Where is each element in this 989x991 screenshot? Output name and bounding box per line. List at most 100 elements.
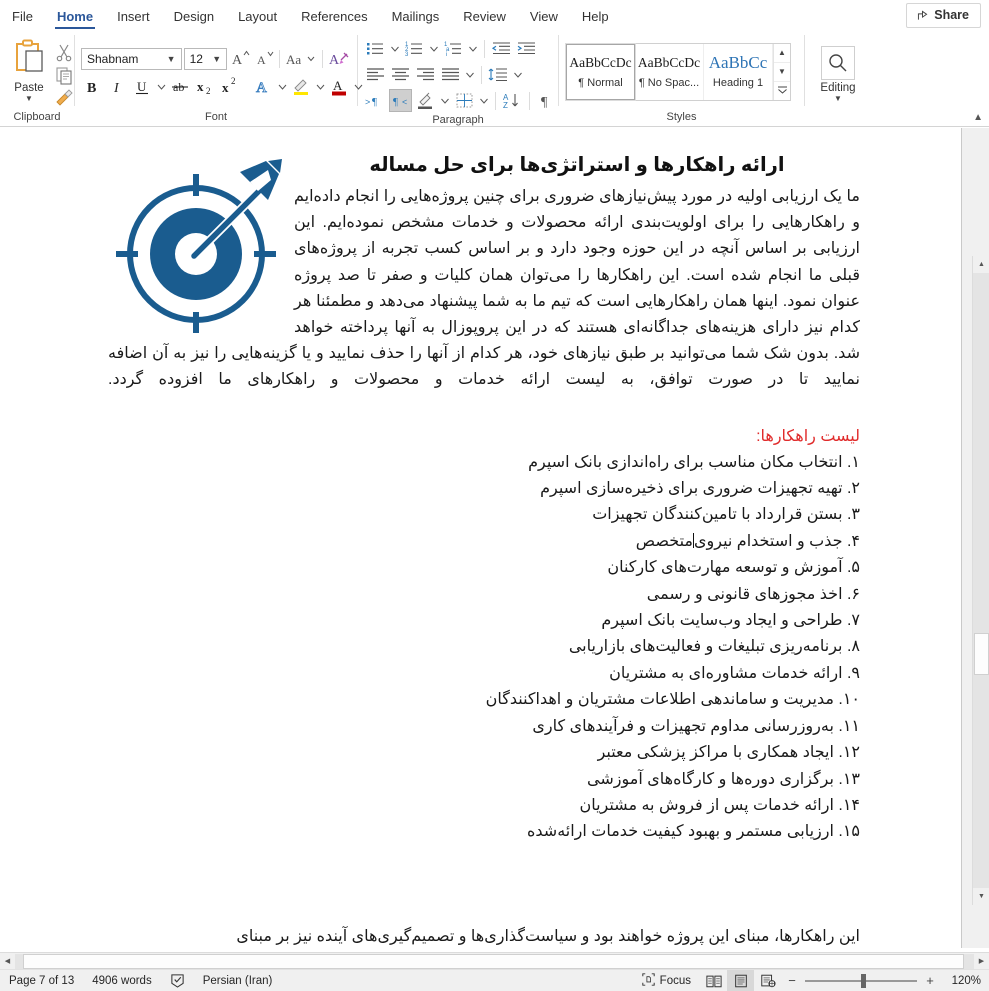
vertical-scrollbar[interactable]: ▲ ▼ [972, 256, 989, 905]
multilevel-list-button[interactable]: 1ai [442, 37, 465, 60]
target-with-arrow-icon[interactable] [116, 158, 294, 334]
chevron-down-icon[interactable]: ▼ [834, 94, 842, 103]
horizontal-scroll-track[interactable] [15, 953, 974, 969]
list-item[interactable]: ۲. تهیه تجهیزات ضروری برای ذخیره‌سازی اس… [108, 476, 860, 502]
chevron-down-icon[interactable]: ▼ [164, 54, 179, 64]
decrease-indent-button[interactable] [490, 37, 513, 60]
tab-layout[interactable]: Layout [226, 4, 289, 31]
italic-button[interactable]: I [106, 75, 129, 98]
shading-button[interactable] [414, 89, 437, 112]
vertical-scroll-thumb[interactable] [974, 633, 989, 675]
align-right-button[interactable] [414, 63, 437, 86]
copy-button[interactable] [54, 65, 74, 85]
justify-button[interactable] [439, 63, 462, 86]
list-item[interactable]: ۶. اخذ مجوزهای قانونی و رسمی [108, 582, 860, 608]
ltr-text-direction-button[interactable]: > ¶ [364, 89, 387, 112]
chevron-down-icon[interactable]: ▼ [209, 54, 224, 64]
vertical-scroll-track[interactable] [973, 273, 989, 888]
rtl-text-direction-button[interactable]: ¶ < [389, 89, 412, 112]
tab-mailings[interactable]: Mailings [380, 4, 452, 31]
line-spacing-chevron-down-icon[interactable] [512, 65, 524, 84]
horizontal-scroll-thumb[interactable] [23, 953, 964, 969]
text-effects-chevron-down-icon[interactable] [277, 76, 288, 97]
superscript-button[interactable]: x2 [219, 75, 242, 98]
font-name-combo[interactable]: Shabnam ▼ [81, 47, 182, 70]
editing-button[interactable]: Editing ▼ [811, 41, 865, 103]
bullets-chevron-down-icon[interactable] [389, 39, 401, 58]
tab-home[interactable]: Home [45, 4, 105, 31]
web-layout-button[interactable] [754, 970, 781, 991]
align-center-button[interactable] [389, 63, 412, 86]
list-item[interactable]: ۸. برنامه‌ریزی تبلیغات و فعالیت‌های بازا… [108, 634, 860, 660]
document-page[interactable]: ارائه راهکارها و استراتژی‌ها برای حل مسا… [0, 128, 962, 948]
tab-help[interactable]: Help [570, 4, 621, 31]
style-tile-heading-1[interactable]: AaBbCс Heading 1 [704, 43, 773, 100]
scroll-down-icon[interactable]: ▼ [973, 888, 989, 905]
print-layout-button[interactable] [727, 969, 754, 991]
multilevel-chevron-down-icon[interactable] [467, 39, 479, 58]
bold-button[interactable]: B [81, 75, 104, 98]
list-item[interactable]: ۱. انتخاب مکان مناسب برای راه‌اندازی بان… [108, 450, 860, 476]
chevron-down-icon[interactable]: ▼ [25, 95, 33, 103]
page-indicator[interactable]: Page 7 of 13 [0, 970, 83, 991]
document-content[interactable]: ارائه راهکارها و استراتژی‌ها برای حل مسا… [108, 152, 860, 846]
borders-button[interactable] [453, 89, 476, 112]
styles-scroll-up-icon[interactable]: ▲ [774, 44, 790, 63]
share-button[interactable]: Share [906, 3, 981, 28]
text-highlight-button[interactable] [290, 75, 313, 98]
list-item[interactable]: ۵. آموزش و توسعه مهارت‌های کارکنان [108, 555, 860, 581]
numbering-chevron-down-icon[interactable] [428, 39, 440, 58]
tab-file[interactable]: File [0, 4, 45, 31]
paste-button[interactable]: Paste ▼ [6, 39, 52, 103]
zoom-out-button[interactable]: − [785, 973, 799, 988]
align-left-button[interactable] [364, 63, 387, 86]
tab-references[interactable]: References [289, 4, 379, 31]
list-item[interactable]: ۱۴. ارائه خدمات پس از فروش به مشتریان [108, 793, 860, 819]
list-item[interactable]: ۱۵. ارزیابی مستمر و بهبود کیفیت خدمات ار… [108, 819, 860, 845]
scroll-left-icon[interactable]: ◀ [0, 954, 15, 969]
numbering-button[interactable]: 123 [403, 37, 426, 60]
language-indicator[interactable]: Persian (Iran) [194, 970, 282, 991]
style-tile-no-spacing[interactable]: AaBbCcDc ¶ No Spac... [635, 43, 704, 100]
justify-chevron-down-icon[interactable] [464, 65, 476, 84]
word-count[interactable]: 4906 words [83, 970, 160, 991]
shrink-font-button[interactable]: A [253, 47, 274, 70]
list-item[interactable]: ۱۳. برگزاری دوره‌ها و کارگاه‌های آموزشی [108, 767, 860, 793]
cut-button[interactable] [54, 42, 74, 62]
styles-gallery[interactable]: AaBbCcDc ¶ Normal AaBbCcDc ¶ No Spac... … [565, 42, 791, 101]
horizontal-scrollbar[interactable]: ◀ ▶ [0, 952, 989, 969]
list-item-with-cursor[interactable]: ۴. جذب و استخدام نیرویمتخصص [108, 529, 860, 555]
show-formatting-marks-button[interactable]: ¶ [535, 89, 558, 112]
styles-scroll-down-icon[interactable]: ▼ [774, 63, 790, 82]
highlight-chevron-down-icon[interactable] [315, 76, 326, 97]
scroll-up-icon[interactable]: ▲ [973, 256, 989, 273]
zoom-level-label[interactable]: 120% [943, 975, 981, 987]
borders-chevron-down-icon[interactable] [478, 91, 490, 110]
styles-more-icon[interactable] [774, 82, 790, 100]
grow-font-button[interactable]: A [229, 47, 250, 70]
underline-chevron-down-icon[interactable] [156, 76, 167, 97]
bullets-button[interactable] [364, 37, 387, 60]
style-tile-normal[interactable]: AaBbCcDc ¶ Normal [565, 42, 636, 101]
zoom-slider-thumb[interactable] [861, 973, 866, 988]
list-item[interactable]: ۷. طراحی و ایجاد وب‌سایت بانک اسپرم [108, 608, 860, 634]
strikethrough-button[interactable]: ab [169, 75, 192, 98]
read-mode-button[interactable] [700, 970, 727, 991]
list-item[interactable]: ۱۰. مدیریت و ساماندهی اطلاعات مشتریان و … [108, 687, 860, 713]
zoom-in-button[interactable]: + [923, 973, 937, 988]
change-case-button[interactable]: Aa [285, 47, 317, 70]
list-item[interactable]: ۱۲. ایجاد همکاری با مراکز پزشکی معتبر [108, 740, 860, 766]
tab-review[interactable]: Review [451, 4, 518, 31]
scroll-right-icon[interactable]: ▶ [974, 954, 989, 969]
clear-formatting-button[interactable]: A [328, 47, 351, 70]
list-item[interactable]: ۳. بستن قرارداد با تامین‌کنندگان تجهیزات [108, 502, 860, 528]
underline-button[interactable]: U [131, 75, 154, 98]
font-color-button[interactable]: A [328, 75, 351, 98]
text-effects-button[interactable]: A [252, 75, 275, 98]
list-item[interactable]: ۱۱. به‌روزرسانی مداوم تجهیزات و فرآیندها… [108, 714, 860, 740]
format-painter-button[interactable] [54, 88, 74, 108]
font-size-combo[interactable]: 12 ▼ [183, 47, 228, 70]
proofing-status-icon[interactable] [161, 970, 194, 991]
tab-view[interactable]: View [518, 4, 570, 31]
tab-insert[interactable]: Insert [105, 4, 162, 31]
